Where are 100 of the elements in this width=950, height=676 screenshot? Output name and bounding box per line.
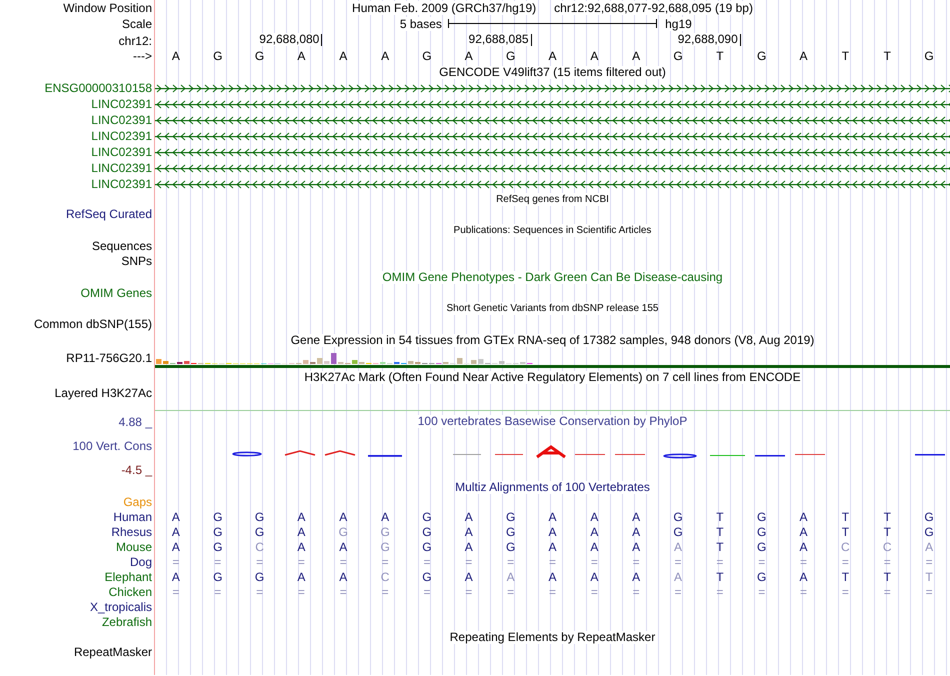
track-label[interactable]: RefSeq Curated <box>66 207 152 221</box>
base-letter: G <box>254 49 266 63</box>
alignment-base: = <box>548 554 557 568</box>
alignment-base: = <box>590 554 599 568</box>
alignment-base: = <box>882 554 892 568</box>
alignment-base: A <box>631 570 642 584</box>
alignment-base: G <box>672 524 684 538</box>
alignment-base: A <box>338 570 348 584</box>
alignment-base: = <box>924 554 934 568</box>
track-label[interactable]: Human <box>113 510 152 524</box>
tick-mark <box>530 34 532 46</box>
base-letter: A <box>464 49 474 63</box>
row-label: chr12: <box>118 34 152 48</box>
base-letter: G <box>212 49 224 63</box>
track-label[interactable]: Elephant <box>104 570 152 584</box>
base-letter: A <box>296 49 306 63</box>
alignment-base: = <box>757 584 766 598</box>
track-label[interactable]: Rhesus <box>111 524 152 538</box>
base-letter: T <box>840 49 850 63</box>
alignment-base: G <box>421 524 433 538</box>
strand-label: ---> <box>133 49 152 63</box>
base-letter: G <box>672 49 684 63</box>
alignment-base: = <box>799 584 808 598</box>
scale-text: 5 bases <box>400 16 442 30</box>
position-range-text: chr12:92,688,077-92,688,095 (19 bp) <box>554 1 753 15</box>
alignment-base: = <box>464 584 474 598</box>
alignment-base: A <box>589 540 600 554</box>
track-label[interactable]: SNPs <box>121 254 152 268</box>
alignment-base: G <box>212 570 224 584</box>
track-label[interactable]: 100 Vert. Cons <box>72 439 152 453</box>
alignment-base: G <box>756 540 768 554</box>
track-title: Publications: Sequences in Scientific Articles <box>454 224 652 236</box>
alignment-base: = <box>171 584 180 598</box>
track-title: Repeating Elements by RepeatMasker <box>450 630 656 644</box>
alignment-base: A <box>296 510 306 524</box>
alignment-base: A <box>296 524 306 538</box>
alignment-base: T <box>840 524 850 538</box>
track-label[interactable]: 4.88 _ <box>118 414 152 428</box>
alignment-base: T <box>715 570 725 584</box>
track-label[interactable]: LINC02391 <box>91 97 152 111</box>
alignment-base: = <box>338 554 348 568</box>
alignment-base: C <box>254 540 265 554</box>
alignment-base: A <box>924 540 934 554</box>
track-label[interactable]: Sequences <box>92 238 152 252</box>
base-letter: G <box>756 49 768 63</box>
alignment-base: T <box>882 510 892 524</box>
alignment-base: T <box>882 570 892 584</box>
base-letter: A <box>547 49 558 63</box>
alignment-base: A <box>464 510 474 524</box>
alignment-base: A <box>798 510 809 524</box>
alignment-base: T <box>840 570 850 584</box>
alignment-base: = <box>380 554 390 568</box>
track-label[interactable]: Mouse <box>116 540 152 554</box>
track-label[interactable]: Zebrafish <box>102 614 152 628</box>
track-label[interactable]: ENSG00000310158 <box>44 81 152 95</box>
base-letter: G <box>504 49 516 63</box>
assembly-text: hg19 <box>665 16 692 30</box>
alignment-base: T <box>840 510 850 524</box>
track-label[interactable]: Dog <box>130 554 152 568</box>
alignment-base: = <box>590 584 599 598</box>
alignment-base: = <box>757 554 766 568</box>
track-label[interactable]: -4.5 _ <box>121 462 152 476</box>
alignment-base: = <box>506 584 516 598</box>
alignment-base: G <box>923 524 935 538</box>
alignment-base: = <box>213 584 222 598</box>
track-label[interactable]: RepeatMasker <box>74 645 152 659</box>
alignment-base: G <box>379 540 391 554</box>
alignment-base: C <box>380 570 390 584</box>
track-label[interactable]: LINC02391 <box>91 177 152 191</box>
base-letter: A <box>631 49 642 63</box>
alignment-base: G <box>254 570 266 584</box>
alignment-base: A <box>380 510 390 524</box>
alignment-base: = <box>882 584 892 598</box>
alignment-base: G <box>379 524 391 538</box>
alignment-base: T <box>715 510 725 524</box>
alignment-base: C <box>840 540 851 554</box>
track-label[interactable]: Layered H3K27Ac <box>54 386 152 400</box>
alignment-base: = <box>674 554 683 568</box>
track-label[interactable]: LINC02391 <box>91 145 152 159</box>
track-label[interactable]: Chicken <box>108 584 152 598</box>
alignment-base: = <box>715 584 724 598</box>
alignment-base: G <box>421 570 433 584</box>
alignment-base: G <box>212 524 224 538</box>
base-letter: A <box>798 49 809 63</box>
track-label[interactable]: Common dbSNP(155) <box>34 317 152 331</box>
alignment-base: T <box>924 570 934 584</box>
position-label: 92,688,080 <box>259 33 320 46</box>
alignment-base: = <box>380 584 390 598</box>
alignment-base: G <box>421 510 433 524</box>
track-label[interactable]: LINC02391 <box>91 113 152 127</box>
position-label: 92,688,085 <box>468 33 529 46</box>
track-label[interactable]: LINC02391 <box>91 129 152 143</box>
row-label: Scale <box>122 16 152 30</box>
alignment-base: A <box>631 540 642 554</box>
track-label[interactable]: OMIM Genes <box>80 286 152 300</box>
track-label[interactable]: LINC02391 <box>91 161 152 175</box>
base-letter: A <box>170 49 181 63</box>
track-label[interactable]: RP11-756G20.1 <box>66 351 152 365</box>
alignment-base: A <box>547 510 558 524</box>
track-label[interactable]: X_tropicalis <box>90 600 152 614</box>
